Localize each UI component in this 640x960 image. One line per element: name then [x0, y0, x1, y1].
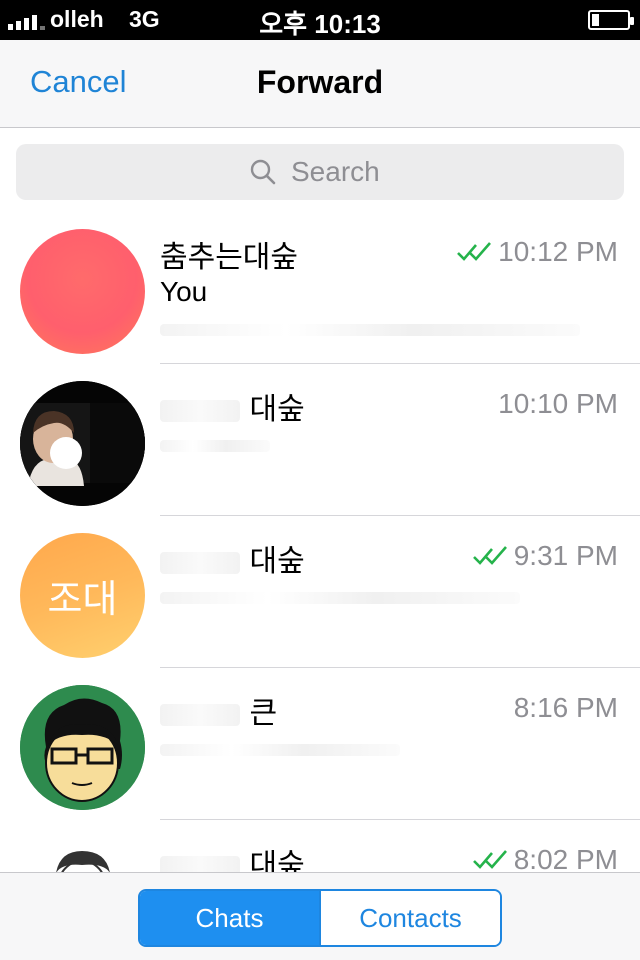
- double-check-icon: [457, 242, 492, 261]
- avatar: [20, 381, 145, 506]
- segmented-control: Chats Contacts: [138, 889, 502, 947]
- avatar-initials: 조대: [47, 577, 118, 621]
- chat-time: 8:16 PM: [513, 692, 618, 723]
- search-bar[interactable]: [16, 144, 624, 200]
- chat-row[interactable]: 조대 대숲 9:31 PM: [0, 516, 640, 668]
- navigation-bar: Cancel Forward: [0, 40, 640, 128]
- chat-time-group: 9:31 PM: [472, 540, 618, 572]
- chat-row[interactable]: 춤추는대숲 You 10:12 PM: [0, 212, 640, 364]
- search-input[interactable]: [291, 156, 391, 188]
- person-photo-icon: [20, 381, 145, 506]
- chat-name: 대숲: [249, 848, 305, 872]
- double-check-icon: [472, 546, 507, 565]
- chat-name: 대숲: [249, 392, 305, 427]
- redacted-text: [160, 551, 240, 574]
- redacted-text: [160, 703, 240, 726]
- redacted-text: [160, 592, 520, 604]
- chat-time: 9:31 PM: [513, 540, 618, 571]
- chat-name: 대숲: [249, 544, 305, 579]
- chat-time-group: 8:16 PM: [514, 692, 618, 724]
- avatar: [20, 685, 145, 810]
- chat-time-group: 10:10 PM: [498, 388, 618, 420]
- chat-preview: You: [160, 276, 208, 307]
- double-check-icon: [472, 850, 507, 869]
- chat-row[interactable]: 대숲 10:10 PM: [0, 364, 640, 516]
- chat-time: 8:02 PM: [513, 844, 618, 872]
- status-bar: olleh 3G 오후 10:13: [0, 0, 640, 40]
- tab-chats[interactable]: Chats: [140, 891, 319, 945]
- cartoon-face-icon: [20, 685, 145, 810]
- tab-contacts[interactable]: Contacts: [319, 891, 500, 945]
- chat-time: 10:10 PM: [498, 388, 618, 419]
- chat-time-group: 8:02 PM: [472, 844, 618, 872]
- chat-name-group: 대숲: [160, 840, 305, 872]
- redacted-text: [160, 855, 240, 872]
- cancel-button[interactable]: Cancel: [30, 64, 127, 100]
- chat-time-group: 10:12 PM: [456, 236, 618, 268]
- chat-row[interactable]: 대숲 8:02 PM: [0, 820, 640, 872]
- avatar: 조대: [20, 533, 145, 658]
- bottom-bar: Chats Contacts: [0, 872, 640, 960]
- chat-name-group: 큰: [160, 688, 277, 732]
- avatar: [20, 837, 145, 872]
- search-icon: [250, 159, 276, 185]
- redacted-text: [160, 399, 240, 422]
- sketch-portrait-icon: [20, 837, 145, 872]
- status-clock: 오후 10:13: [259, 9, 381, 39]
- chat-row[interactable]: 큰 8:16 PM: [0, 668, 640, 820]
- search-area: [0, 129, 640, 212]
- chat-list: 춤추는대숲 You 10:12 PM 대숲 10:10 PM 조대 대숲 9:3…: [0, 212, 640, 872]
- chat-time: 10:12 PM: [498, 236, 618, 267]
- chat-name: 춤추는대숲: [160, 240, 298, 275]
- redacted-text: [160, 324, 580, 336]
- redacted-text: [160, 744, 400, 756]
- chat-name-group: 대숲: [160, 384, 305, 428]
- avatar: [20, 229, 145, 354]
- redacted-text: [160, 440, 270, 452]
- battery-icon: [588, 10, 634, 30]
- chat-name-group: 대숲: [160, 536, 305, 580]
- chat-name: 큰: [249, 696, 278, 731]
